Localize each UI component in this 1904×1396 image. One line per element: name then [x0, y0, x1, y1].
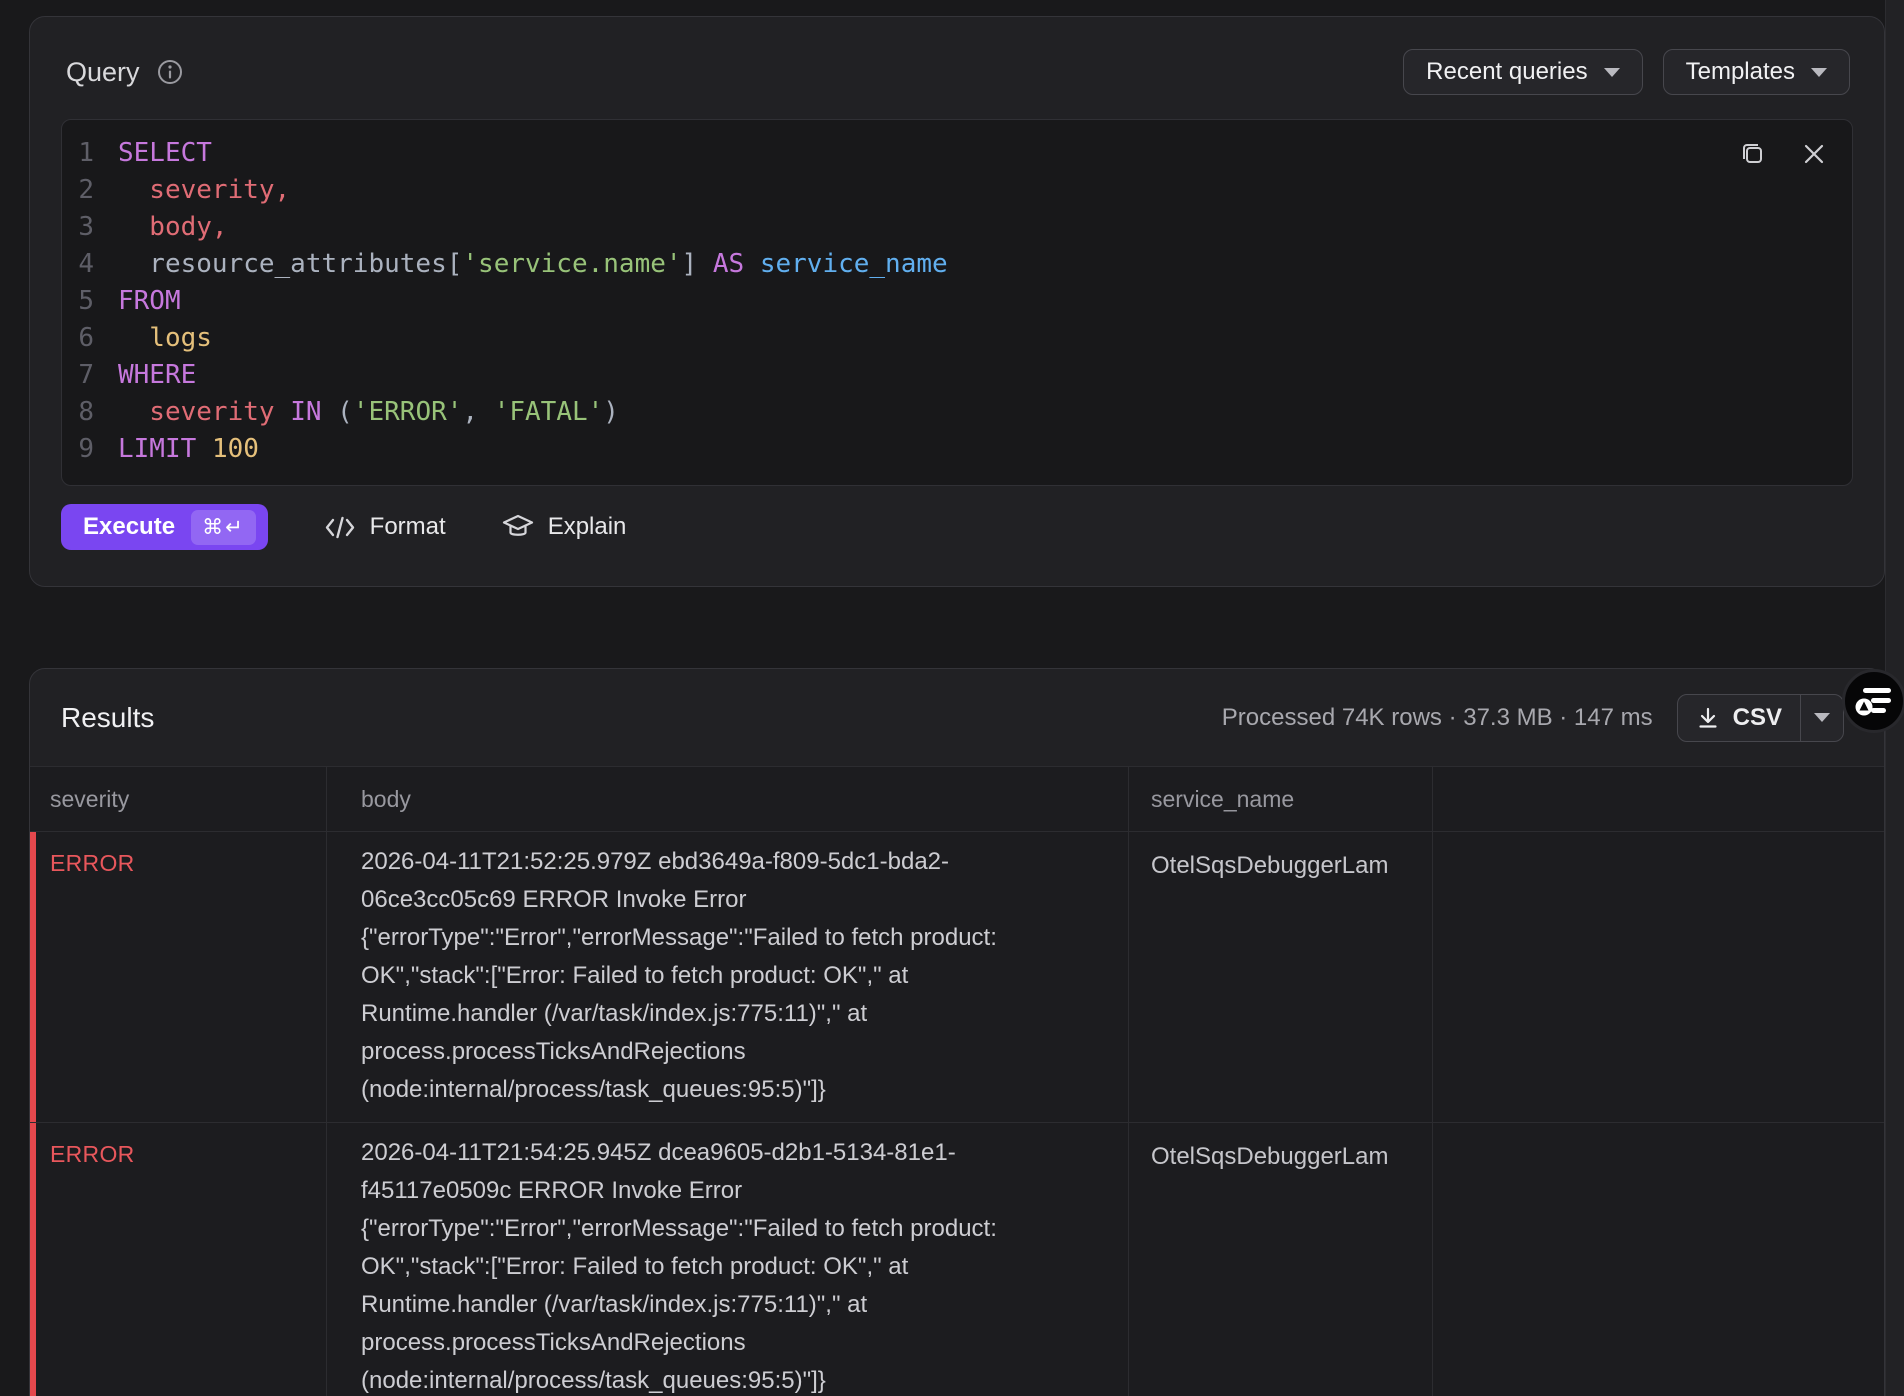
chevron-down-icon	[1814, 713, 1830, 722]
code-brackets-icon	[324, 515, 356, 540]
line-number: 4	[72, 246, 94, 283]
code-line[interactable]: 3 body,	[72, 209, 1852, 246]
graduation-cap-icon	[502, 513, 534, 541]
code-text: severity,	[118, 172, 290, 209]
code-line[interactable]: 4 resource_attributes['service.name'] AS…	[72, 246, 1852, 283]
assistant-fab-button[interactable]	[1842, 669, 1904, 733]
format-button[interactable]: Format	[324, 513, 446, 541]
code-line[interactable]: 2 severity,	[72, 172, 1852, 209]
recent-queries-label: Recent queries	[1426, 58, 1587, 86]
query-stats: Processed 74K rows · 37.3 MB · 147 ms	[1222, 704, 1653, 732]
results-table-body: ERROR2026-04-11T21:52:25.979Z ebd3649a-f…	[30, 831, 1884, 1396]
empty-cell	[1433, 1123, 1884, 1396]
log-list-icon	[1855, 685, 1893, 717]
code-line[interactable]: 7 WHERE	[72, 357, 1852, 394]
code-line[interactable]: 1 SELECT	[72, 135, 1852, 172]
line-number: 1	[72, 135, 94, 172]
column-header-empty	[1433, 767, 1884, 831]
close-icon[interactable]	[1802, 142, 1826, 166]
editor-icons	[1739, 140, 1826, 167]
results-table: severity body service_name ERROR2026-04-…	[30, 766, 1884, 1396]
explain-button[interactable]: Explain	[502, 513, 627, 541]
templates-button[interactable]: Templates	[1663, 49, 1850, 95]
results-panel: Results Processed 74K rows · 37.3 MB · 1…	[29, 668, 1885, 1396]
csv-download-button[interactable]: CSV	[1678, 695, 1800, 741]
severity-cell: ERROR	[30, 1123, 327, 1396]
sql-editor[interactable]: 1SELECT2 severity,3 body,4 resource_attr…	[61, 119, 1853, 486]
table-row[interactable]: ERROR2026-04-11T21:54:25.945Z dcea9605-d…	[30, 1122, 1884, 1396]
line-number: 8	[72, 394, 94, 431]
recent-queries-button[interactable]: Recent queries	[1403, 49, 1642, 95]
service-name-cell: OtelSqsDebuggerLam	[1129, 1123, 1433, 1396]
body-cell: 2026-04-11T21:54:25.945Z dcea9605-d2b1-5…	[327, 1123, 1129, 1396]
code-text: body,	[118, 209, 228, 246]
copy-icon[interactable]	[1739, 140, 1766, 167]
column-header-severity[interactable]: severity	[30, 767, 327, 831]
code-text: LIMIT 100	[118, 431, 259, 468]
query-footer: Execute ⌘↵ Format Explain	[30, 486, 1884, 568]
code-text: resource_attributes['service.name'] AS s…	[118, 246, 948, 283]
empty-cell	[1433, 832, 1884, 1122]
info-icon[interactable]	[156, 58, 184, 86]
line-number: 5	[72, 283, 94, 320]
table-row[interactable]: ERROR2026-04-11T21:52:25.979Z ebd3649a-f…	[30, 831, 1884, 1122]
query-panel-header: Query Recent queries Templates	[30, 17, 1884, 119]
code-line[interactable]: 8 severity IN ('ERROR', 'FATAL')	[72, 394, 1852, 431]
error-severity-stripe	[30, 1123, 36, 1396]
code-line[interactable]: 5 FROM	[72, 283, 1852, 320]
results-header: Results Processed 74K rows · 37.3 MB · 1…	[30, 669, 1884, 766]
results-title: Results	[61, 702, 154, 734]
explain-label: Explain	[548, 513, 627, 541]
csv-label: CSV	[1733, 704, 1782, 732]
query-header-actions: Recent queries Templates	[1403, 49, 1850, 95]
code-text: FROM	[118, 283, 181, 320]
line-number: 7	[72, 357, 94, 394]
column-header-service-name[interactable]: service_name	[1129, 767, 1433, 831]
execute-button[interactable]: Execute ⌘↵	[61, 504, 268, 550]
query-panel: Query Recent queries Templates 1 SELECT2 …	[29, 16, 1885, 587]
column-header-body[interactable]: body	[327, 767, 1129, 831]
csv-download-button-group: CSV	[1677, 694, 1844, 742]
service-name-cell: OtelSqsDebuggerLam	[1129, 832, 1433, 1122]
line-number: 2	[72, 172, 94, 209]
code-line[interactable]: 9 LIMIT 100	[72, 431, 1852, 468]
keyboard-shortcut-badge: ⌘↵	[191, 510, 256, 545]
line-number: 3	[72, 209, 94, 246]
table-header-row: severity body service_name	[30, 767, 1884, 831]
severity-cell: ERROR	[30, 832, 327, 1122]
code-text: WHERE	[118, 357, 196, 394]
error-severity-stripe	[30, 832, 36, 1122]
code-text: SELECT	[118, 135, 212, 172]
chevron-down-icon	[1811, 68, 1827, 77]
code-lines: 1SELECT2 severity,3 body,4 resource_attr…	[72, 135, 1852, 468]
code-text: logs	[118, 320, 212, 357]
code-line[interactable]: 6 logs	[72, 320, 1852, 357]
download-icon	[1696, 706, 1720, 730]
csv-dropdown-button[interactable]	[1801, 695, 1843, 741]
code-text: severity IN ('ERROR', 'FATAL')	[118, 394, 619, 431]
format-label: Format	[370, 513, 446, 541]
chevron-down-icon	[1604, 68, 1620, 77]
query-title: Query	[66, 57, 140, 88]
line-number: 6	[72, 320, 94, 357]
body-cell: 2026-04-11T21:52:25.979Z ebd3649a-f809-5…	[327, 832, 1129, 1122]
execute-label: Execute	[83, 513, 175, 541]
templates-label: Templates	[1686, 58, 1795, 86]
line-number: 9	[72, 431, 94, 468]
